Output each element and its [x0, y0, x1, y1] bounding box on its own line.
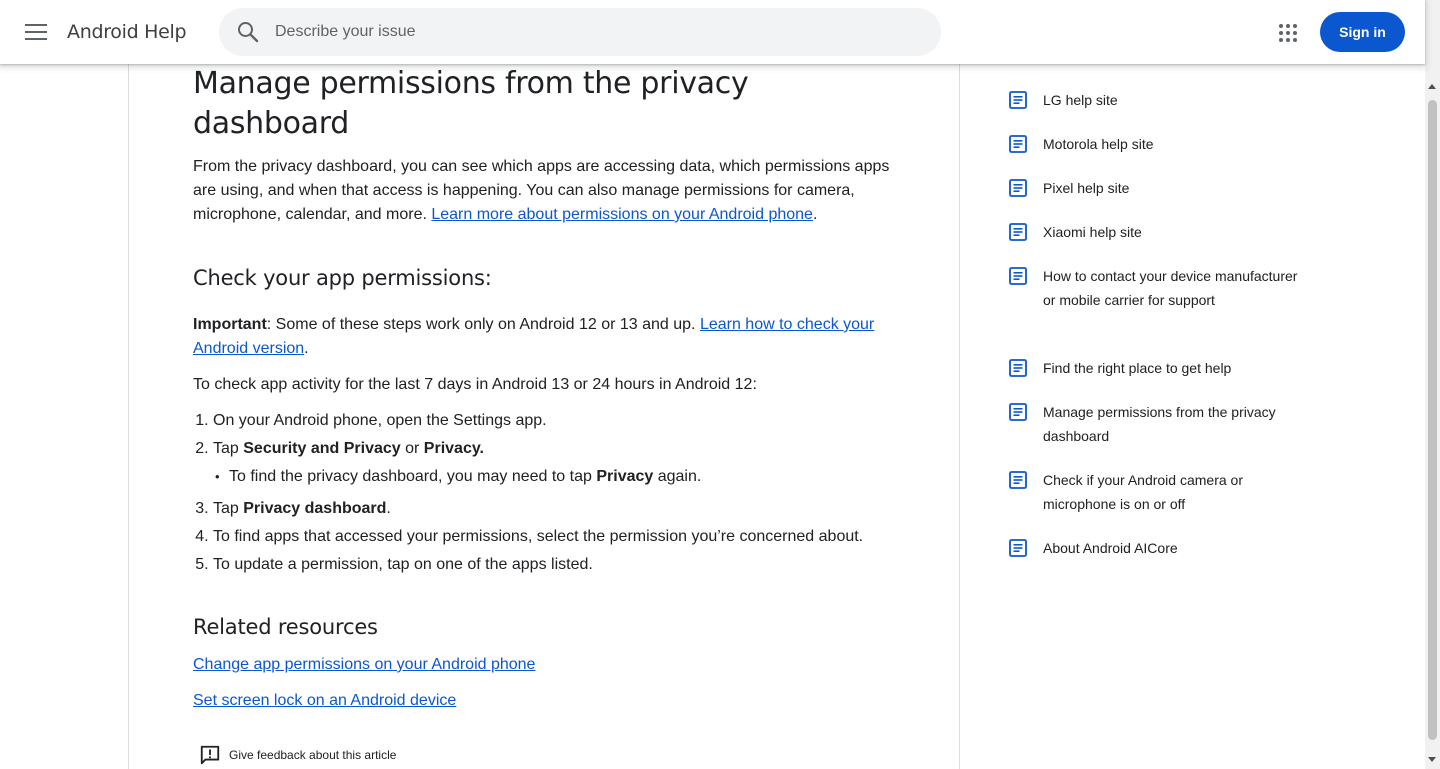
sidebar-item-right-place[interactable]: Find the right place to get help: [1008, 356, 1308, 380]
important-note: Important: Some of these steps work only…: [193, 316, 875, 357]
sidebar-item-aicore[interactable]: About Android AICore: [1008, 536, 1308, 560]
step-2-sublist: To find the privacy dashboard, you may n…: [213, 465, 903, 489]
feedback-label: Give feedback about this article: [229, 748, 397, 762]
step-2-or: or: [400, 440, 424, 457]
important-label: Important: [193, 316, 267, 333]
related-link-change-permissions[interactable]: Change app permissions on your Android p…: [193, 653, 903, 677]
sidebar-item-label: Manage permissions from the privacy dash…: [1043, 404, 1276, 444]
sidebar-item-lg[interactable]: LG help site: [1008, 88, 1308, 112]
sidebar-item-label: LG help site: [1043, 92, 1118, 108]
sidebar-item-xiaomi[interactable]: Xiaomi help site: [1008, 220, 1308, 244]
steps-list: On your Android phone, open the Settings…: [193, 409, 903, 577]
sign-in-button[interactable]: Sign in: [1320, 12, 1405, 52]
step-2-security-privacy: Security and Privacy: [243, 440, 401, 457]
article-icon: [1009, 471, 1027, 489]
scroll-down-arrow-icon[interactable]: [1428, 757, 1436, 762]
article-icon: [1009, 223, 1027, 241]
sidebar-item-label: About Android AICore: [1043, 540, 1178, 556]
sidebar-item-label: Motorola help site: [1043, 136, 1154, 152]
article-intro: From the privacy dashboard, you can see …: [193, 158, 890, 223]
main-menu-button[interactable]: [20, 16, 52, 48]
hamburger-menu-icon: [25, 24, 47, 40]
sidebar-item-label: How to contact your device manufacturer …: [1043, 268, 1298, 308]
article-icon: [1009, 539, 1027, 557]
step-3: Tap Privacy dashboard.: [213, 497, 903, 521]
article-icon: [1009, 267, 1027, 285]
feedback-icon: [200, 745, 220, 765]
check-permissions-heading: Check your app permissions:: [193, 266, 492, 290]
related-link-screen-lock[interactable]: Set screen lock on an Android device: [193, 689, 903, 713]
article-content: Manage permissions from the privacy dash…: [193, 64, 903, 713]
scrollbar-thumb[interactable]: [1428, 100, 1437, 740]
step-2-sub-item: To find the privacy dashboard, you may n…: [215, 465, 903, 489]
step-4: To find apps that accessed your permissi…: [213, 525, 903, 549]
check-activity-text: To check app activity for the last 7 day…: [193, 376, 757, 393]
search-input[interactable]: [275, 8, 915, 56]
step-1: On your Android phone, open the Settings…: [213, 409, 903, 433]
scroll-up-arrow-icon[interactable]: [1428, 84, 1436, 89]
step-2: Tap Security and Privacy or Privacy. To …: [213, 437, 903, 489]
google-apps-icon[interactable]: [1274, 19, 1302, 47]
learn-more-permissions-link[interactable]: Learn more about permissions on your And…: [431, 206, 813, 223]
sub-item-again: again.: [653, 468, 702, 485]
step-3-text: Tap: [213, 500, 244, 517]
article-icon: [1009, 359, 1027, 377]
step-3-period: .: [386, 500, 391, 517]
sub-item-text: To find the privacy dashboard, you may n…: [229, 468, 597, 485]
sidebar-item-label: Pixel help site: [1043, 180, 1130, 196]
article-icon: [1009, 135, 1027, 153]
article-title: Manage permissions from the privacy dash…: [193, 66, 749, 141]
article-icon: [1009, 403, 1027, 421]
article-card: Manage permissions from the privacy dash…: [128, 40, 960, 769]
sidebar-item-camera-mic[interactable]: Check if your Android camera or micropho…: [1008, 468, 1308, 516]
search-bar[interactable]: [219, 8, 941, 56]
sidebar-item-contact-manufacturer[interactable]: How to contact your device manufacturer …: [1008, 264, 1308, 312]
feedback-button[interactable]: Give feedback about this article: [199, 744, 396, 766]
sidebar-item-manage-permissions[interactable]: Manage permissions from the privacy dash…: [1008, 400, 1308, 448]
important-text: : Some of these steps work only on Andro…: [266, 316, 700, 333]
sidebar-item-pixel[interactable]: Pixel help site: [1008, 176, 1308, 200]
step-3-privacy-dashboard: Privacy dashboard: [243, 500, 387, 517]
step-2-privacy: Privacy.: [423, 440, 484, 457]
sub-item-privacy: Privacy: [596, 468, 654, 485]
sidebar-item-motorola[interactable]: Motorola help site: [1008, 132, 1308, 156]
article-icon: [1009, 91, 1027, 109]
sidebar-item-label: Xiaomi help site: [1043, 224, 1142, 240]
sidebar-item-label: Find the right place to get help: [1043, 360, 1232, 376]
related-resources-heading: Related resources: [193, 615, 378, 639]
top-app-bar: Android Help Sign in: [0, 0, 1425, 64]
step-2-text: Tap: [213, 440, 244, 457]
step-5: To update a permission, tap on one of th…: [213, 553, 903, 577]
sidebar-item-label: Check if your Android camera or micropho…: [1043, 472, 1243, 512]
article-icon: [1009, 179, 1027, 197]
app-title[interactable]: Android Help: [67, 21, 187, 43]
search-icon[interactable]: [236, 20, 260, 44]
